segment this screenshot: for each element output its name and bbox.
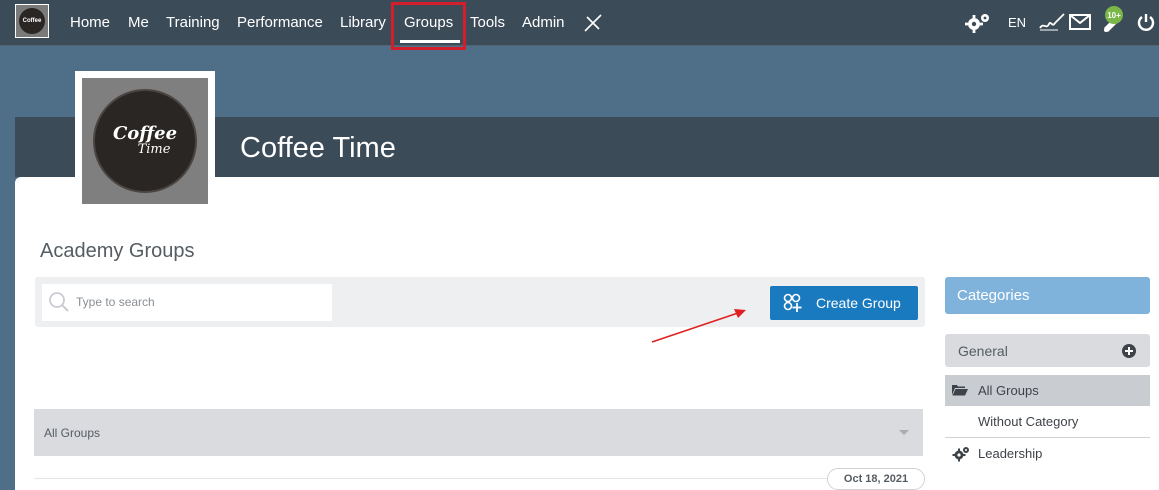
category-section-general[interactable]: General <box>945 334 1150 367</box>
group-title: Coffee Time <box>240 132 396 164</box>
categories-header-label: Categories <box>957 287 1030 304</box>
add-category-icon[interactable] <box>1122 344 1136 358</box>
nav-me[interactable]: Me <box>128 13 149 33</box>
date-label: Oct 18, 2021 <box>827 468 925 490</box>
logo-word-coffee: Coffee <box>112 123 178 144</box>
create-group-button[interactable]: Create Group <box>770 286 918 320</box>
groups-filter-dropdown[interactable]: All Groups <box>34 409 923 456</box>
annotation-arrow <box>651 309 746 343</box>
category-item-label: Leadership <box>978 446 1043 461</box>
categories-header: Categories <box>945 277 1150 314</box>
settings-gears-icon[interactable] <box>964 11 992 33</box>
category-item-label: Without Category <box>978 414 1079 429</box>
nav-training[interactable]: Training <box>166 13 220 33</box>
chevron-down-icon <box>899 430 909 435</box>
coffee-time-logo: Coffee Time <box>93 89 197 193</box>
category-section-label: General <box>958 343 1008 359</box>
close-icon[interactable] <box>584 14 602 32</box>
group-image[interactable]: Coffee Time <box>75 71 215 211</box>
folder-open-icon <box>952 385 968 396</box>
groups-filter-value: All Groups <box>44 426 101 440</box>
power-icon[interactable] <box>1137 13 1155 31</box>
category-item-leadership[interactable]: Leadership <box>945 438 1150 469</box>
nav-admin[interactable]: Admin <box>522 13 565 33</box>
create-group-icon <box>783 293 802 312</box>
page-title: Academy Groups <box>40 240 195 262</box>
timeline-divider <box>34 478 829 479</box>
logo-text: Coffee <box>19 8 45 34</box>
mail-icon[interactable] <box>1069 14 1091 30</box>
app-logo[interactable]: Coffee <box>15 4 49 38</box>
nav-home[interactable]: Home <box>70 13 110 33</box>
signature-icon[interactable] <box>1038 12 1066 32</box>
nav-performance[interactable]: Performance <box>237 13 323 33</box>
category-item-without-category[interactable]: Without Category <box>945 406 1150 437</box>
category-item-label: All Groups <box>978 383 1039 398</box>
notification-badge: 10+ <box>1105 6 1123 24</box>
search-input[interactable] <box>76 292 326 312</box>
logo-word-time: Time <box>137 142 171 157</box>
group-image-background: Coffee Time <box>82 78 208 204</box>
nav-library[interactable]: Library <box>340 13 386 33</box>
search-icon <box>49 292 69 312</box>
category-item-all-groups[interactable]: All Groups <box>945 375 1150 406</box>
groups-highlight-annotation <box>391 2 466 50</box>
nav-tools[interactable]: Tools <box>470 13 505 33</box>
gears-icon <box>952 447 969 462</box>
create-group-label: Create Group <box>816 295 901 311</box>
language-selector[interactable]: EN <box>1008 15 1026 30</box>
